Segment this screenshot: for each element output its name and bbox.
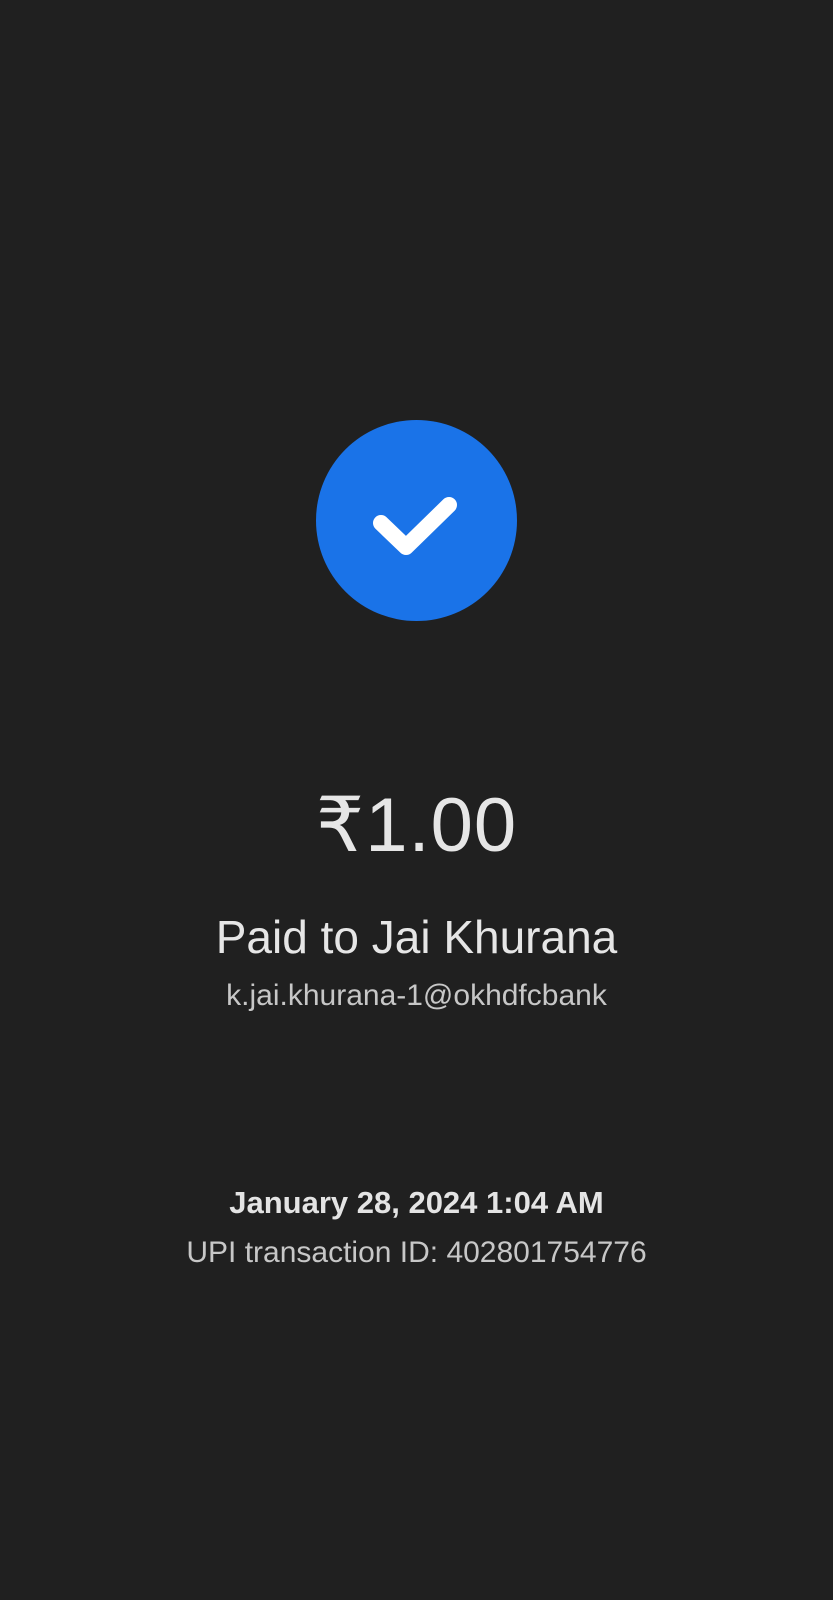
upi-transaction-id: UPI transaction ID: 402801754776 (186, 1236, 647, 1269)
payee-upi-id: k.jai.khurana-1@okhdfcbank (226, 979, 607, 1012)
transaction-date-time: January 28, 2024 1:04 AM (229, 1185, 604, 1220)
success-badge (316, 420, 517, 621)
check-icon (373, 497, 457, 555)
payment-success-screen: ₹1.00 Paid to Jai Khurana k.jai.khurana-… (0, 0, 833, 1600)
payment-amount: ₹1.00 (315, 783, 518, 868)
payee-name: Paid to Jai Khurana (215, 911, 618, 963)
